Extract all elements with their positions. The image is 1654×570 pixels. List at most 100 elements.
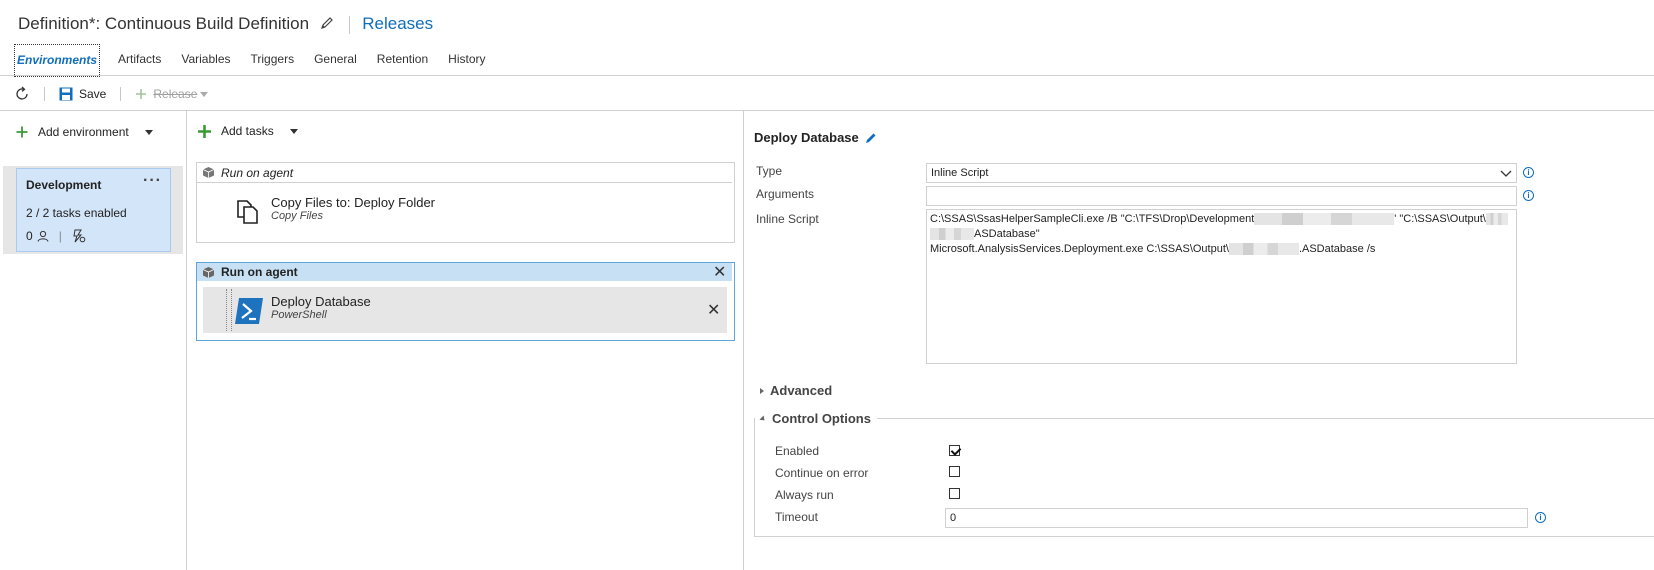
edit-pencil-icon[interactable] <box>865 132 877 144</box>
environment-tasks-status: 2 / 2 tasks enabled <box>26 206 127 220</box>
divider-glyph: | <box>58 229 62 243</box>
always-run-checkbox[interactable] <box>949 488 960 499</box>
deployment-trigger-icon[interactable] <box>72 229 86 243</box>
type-value: Inline Script <box>931 167 989 179</box>
control-options-rule <box>876 418 1654 419</box>
add-environment-label: Add environment <box>38 125 129 139</box>
info-icon[interactable]: i <box>1535 512 1546 523</box>
redacted-block <box>1254 213 1395 226</box>
script-line-3-start: Microsoft.AnalysisServices.Deployment.ex… <box>930 243 1229 255</box>
inline-script-textarea[interactable]: C:\SSAS\SsasHelperSampleCli.exe /B "C:\T… <box>926 209 1517 364</box>
control-options-toggle[interactable]: Control Options <box>759 411 877 426</box>
task-title: Copy Files to: Deploy Folder <box>271 195 436 210</box>
advanced-label: Advanced <box>770 383 833 398</box>
agent-phase-1-header[interactable]: Run on agent <box>197 163 732 183</box>
save-button[interactable]: Save <box>59 87 106 101</box>
advanced-section-toggle[interactable]: Advanced <box>760 383 832 398</box>
copy-files-icon <box>236 199 260 228</box>
task-title: Deploy Database <box>271 294 371 309</box>
tab-triggers[interactable]: Triggers <box>241 44 305 74</box>
enabled-label: Enabled <box>775 444 820 458</box>
approvers-count: 0 <box>26 229 33 243</box>
arguments-label: Arguments <box>756 187 815 201</box>
continue-on-error-checkbox[interactable] <box>949 466 960 477</box>
person-icon[interactable] <box>37 230 49 242</box>
release-button[interactable]: Release <box>135 87 209 101</box>
redacted-block <box>1228 243 1299 256</box>
agent-box-icon <box>202 167 215 178</box>
chevron-down-icon <box>200 91 209 97</box>
left-column-divider <box>186 111 187 570</box>
phase-label: Run on agent <box>221 165 294 180</box>
tab-history[interactable]: History <box>438 44 495 74</box>
chevron-down-icon[interactable] <box>289 128 298 134</box>
add-tasks-label: Add tasks <box>221 124 274 138</box>
script-line-3-end: .ASDatabase /s <box>1298 243 1376 255</box>
collapse-icon <box>759 414 767 423</box>
drag-handle-icon[interactable] <box>226 289 232 331</box>
remove-task-icon[interactable]: ✕ <box>707 300 720 320</box>
tabs-divider <box>0 75 1654 76</box>
environment-actions: 0 | <box>26 229 86 243</box>
title-divider <box>348 15 350 34</box>
type-select[interactable]: Inline Script <box>926 163 1517 183</box>
tab-environments[interactable]: Environments <box>14 44 101 77</box>
release-label: Release <box>153 87 198 101</box>
script-line-2: ASDatabase" <box>974 228 1040 240</box>
environment-name: Development <box>26 178 102 192</box>
redacted-block <box>1485 213 1508 226</box>
chevron-down-icon[interactable] <box>144 129 153 135</box>
task-subtitle: Copy Files <box>271 210 323 222</box>
copy-files-task[interactable]: Copy Files to: Deploy Folder Copy Files <box>271 195 435 222</box>
redacted-block <box>930 228 974 241</box>
tab-artifacts[interactable]: Artifacts <box>108 44 171 74</box>
task-details-name: Deploy Database <box>754 130 859 145</box>
releases-link[interactable]: Releases <box>362 14 433 33</box>
add-icon <box>198 124 211 138</box>
task-details-title: Deploy Database <box>754 130 877 145</box>
tab-general[interactable]: General <box>304 44 367 74</box>
add-icon <box>136 89 147 99</box>
definition-title: Definition*: Continuous Build Definition <box>18 14 310 33</box>
continue-on-error-label: Continue on error <box>775 466 869 480</box>
timeout-label: Timeout <box>775 510 818 524</box>
expand-icon <box>760 387 764 394</box>
more-options-icon[interactable]: ··· <box>143 172 162 190</box>
edit-name-icon[interactable] <box>320 15 334 35</box>
toolbar-divider <box>44 87 45 101</box>
add-tasks-button[interactable]: Add tasks <box>198 124 298 138</box>
info-icon[interactable]: i <box>1523 190 1534 201</box>
powershell-icon <box>234 297 264 328</box>
always-run-label: Always run <box>775 488 834 502</box>
enabled-checkbox[interactable] <box>949 445 960 456</box>
right-column-divider <box>743 111 744 570</box>
add-icon <box>16 126 28 138</box>
page-title: Definition*: Continuous Build Definition… <box>18 14 433 35</box>
script-line-1-start: C:\SSAS\SsasHelperSampleCli.exe /B "C:\T… <box>930 213 1255 225</box>
arguments-input[interactable] <box>926 186 1517 206</box>
inline-script-label: Inline Script <box>756 212 819 226</box>
save-label: Save <box>79 87 107 101</box>
definition-tabs: Environments Artifacts Variables Trigger… <box>14 44 496 77</box>
tab-retention[interactable]: Retention <box>367 44 438 74</box>
agent-box-icon <box>202 266 215 278</box>
agent-phase-2-header[interactable]: Run on agent <box>197 263 732 281</box>
info-icon[interactable]: i <box>1523 167 1534 178</box>
chevron-down-icon <box>1500 170 1512 177</box>
script-line-1-end: ' "C:\SSAS\Output\ <box>1394 213 1486 225</box>
refresh-button[interactable] <box>14 86 30 102</box>
tab-variables[interactable]: Variables <box>171 44 240 74</box>
refresh-icon <box>16 86 28 100</box>
toolbar-divider-line <box>0 110 1654 111</box>
type-label: Type <box>756 164 783 178</box>
phase-label: Run on agent <box>221 265 298 279</box>
close-icon[interactable]: ✕ <box>713 262 726 282</box>
task-subtitle: PowerShell <box>271 309 327 321</box>
save-icon <box>59 87 73 101</box>
toolbar: Save Release <box>14 84 209 104</box>
add-environment-button[interactable]: Add environment <box>16 125 153 139</box>
toolbar-divider <box>120 87 122 101</box>
timeout-input[interactable]: 0 <box>945 508 1528 528</box>
control-options-label: Control Options <box>772 411 871 426</box>
deploy-database-task-text: Deploy Database PowerShell <box>271 294 371 321</box>
